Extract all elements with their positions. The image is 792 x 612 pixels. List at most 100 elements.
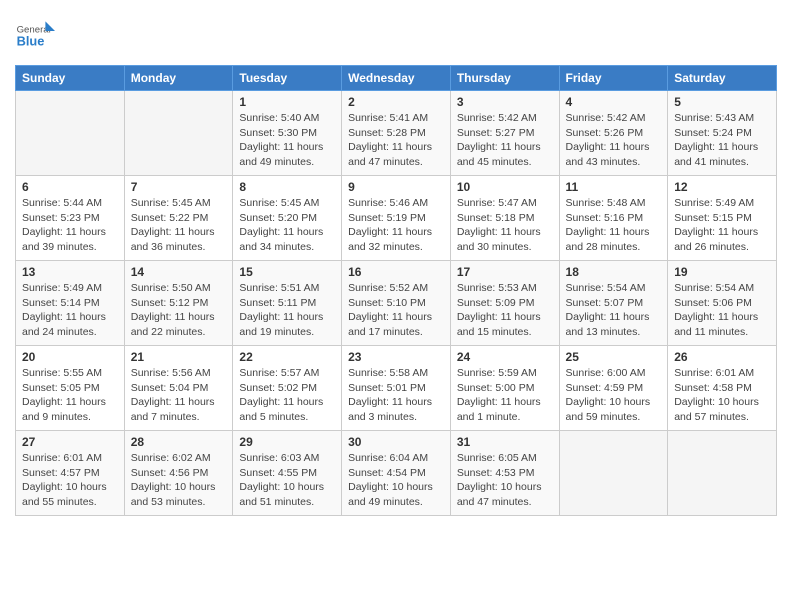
day-detail: Sunrise: 5:51 AM Sunset: 5:11 PM Dayligh… (239, 281, 335, 340)
calendar-cell: 7 Sunrise: 5:45 AM Sunset: 5:22 PM Daylig… (124, 176, 233, 261)
calendar-cell: 10 Sunrise: 5:47 AM Sunset: 5:18 PM Dayli… (450, 176, 559, 261)
day-number: 30 (348, 435, 444, 449)
day-detail: Sunrise: 5:47 AM Sunset: 5:18 PM Dayligh… (457, 196, 553, 255)
calendar-cell: 19Sunrise: 5:54 AM Sunset: 5:06 PM Dayli… (668, 261, 777, 346)
day-detail: Sunrise: 5:43 AM Sunset: 5:24 PM Dayligh… (674, 111, 770, 170)
day-header-tuesday: Tuesday (233, 66, 342, 91)
day-header-friday: Friday (559, 66, 668, 91)
day-detail: Sunrise: 5:45 AM Sunset: 5:22 PM Dayligh… (131, 196, 227, 255)
day-header-sunday: Sunday (16, 66, 125, 91)
day-detail: Sunrise: 5:59 AM Sunset: 5:00 PM Dayligh… (457, 366, 553, 425)
day-detail: Sunrise: 5:54 AM Sunset: 5:07 PM Dayligh… (566, 281, 662, 340)
calendar-cell: 14 Sunrise: 5:50 AM Sunset: 5:12 PM Dayli… (124, 261, 233, 346)
day-detail: Sunrise: 5:45 AM Sunset: 5:20 PM Dayligh… (239, 196, 335, 255)
day-detail: Sunrise: 5:53 AM Sunset: 5:09 PM Dayligh… (457, 281, 553, 340)
day-detail: Sunrise: 5:44 AM Sunset: 5:23 PM Dayligh… (22, 196, 118, 255)
day-number: 3 (457, 95, 553, 109)
day-number: 10 (457, 180, 553, 194)
day-number: 29 (239, 435, 335, 449)
day-detail: Sunrise: 6:03 AM Sunset: 4:55 PM Dayligh… (239, 451, 335, 510)
calendar-cell: 23 Sunrise: 5:58 AM Sunset: 5:01 PM Dayli… (342, 346, 451, 431)
day-number: 28 (131, 435, 227, 449)
day-header-thursday: Thursday (450, 66, 559, 91)
calendar-cell (16, 91, 125, 176)
day-number: 1 (239, 95, 335, 109)
day-number: 6 (22, 180, 118, 194)
calendar-cell: 26Sunrise: 6:01 AM Sunset: 4:58 PM Dayli… (668, 346, 777, 431)
day-number: 27 (22, 435, 118, 449)
week-row-2: 6 Sunrise: 5:44 AM Sunset: 5:23 PM Daylig… (16, 176, 777, 261)
calendar-cell: 20 Sunrise: 5:55 AM Sunset: 5:05 PM Dayli… (16, 346, 125, 431)
day-header-saturday: Saturday (668, 66, 777, 91)
logo: General Blue (15, 15, 60, 55)
calendar-cell: 22Sunrise: 5:57 AM Sunset: 5:02 PM Dayli… (233, 346, 342, 431)
day-detail: Sunrise: 5:42 AM Sunset: 5:27 PM Dayligh… (457, 111, 553, 170)
day-number: 11 (566, 180, 662, 194)
day-number: 18 (566, 265, 662, 279)
calendar-cell (559, 431, 668, 516)
day-header-monday: Monday (124, 66, 233, 91)
day-number: 8 (239, 180, 335, 194)
calendar-cell: 25 Sunrise: 6:00 AM Sunset: 4:59 PM Dayli… (559, 346, 668, 431)
calendar-cell: 1 Sunrise: 5:40 AM Sunset: 5:30 PM Daylig… (233, 91, 342, 176)
day-number: 9 (348, 180, 444, 194)
svg-text:Blue: Blue (17, 33, 45, 48)
calendar-cell: 11 Sunrise: 5:48 AM Sunset: 5:16 PM Dayli… (559, 176, 668, 261)
page-header: General Blue (15, 15, 777, 55)
day-detail: Sunrise: 6:00 AM Sunset: 4:59 PM Dayligh… (566, 366, 662, 425)
day-detail: Sunrise: 5:52 AM Sunset: 5:10 PM Dayligh… (348, 281, 444, 340)
day-detail: Sunrise: 5:56 AM Sunset: 5:04 PM Dayligh… (131, 366, 227, 425)
calendar-cell: 6 Sunrise: 5:44 AM Sunset: 5:23 PM Daylig… (16, 176, 125, 261)
day-number: 17 (457, 265, 553, 279)
calendar-cell: 27Sunrise: 6:01 AM Sunset: 4:57 PM Dayli… (16, 431, 125, 516)
calendar-cell: 12 Sunrise: 5:49 AM Sunset: 5:15 PM Dayli… (668, 176, 777, 261)
day-number: 20 (22, 350, 118, 364)
calendar-cell: 15 Sunrise: 5:51 AM Sunset: 5:11 PM Dayli… (233, 261, 342, 346)
day-number: 25 (566, 350, 662, 364)
week-row-3: 13 Sunrise: 5:49 AM Sunset: 5:14 PM Dayli… (16, 261, 777, 346)
calendar-cell: 21 Sunrise: 5:56 AM Sunset: 5:04 PM Dayli… (124, 346, 233, 431)
calendar-cell: 9Sunrise: 5:46 AM Sunset: 5:19 PM Daylig… (342, 176, 451, 261)
day-number: 22 (239, 350, 335, 364)
calendar-cell: 17 Sunrise: 5:53 AM Sunset: 5:09 PM Dayli… (450, 261, 559, 346)
day-number: 7 (131, 180, 227, 194)
day-detail: Sunrise: 5:48 AM Sunset: 5:16 PM Dayligh… (566, 196, 662, 255)
day-number: 4 (566, 95, 662, 109)
day-number: 14 (131, 265, 227, 279)
day-detail: Sunrise: 5:58 AM Sunset: 5:01 PM Dayligh… (348, 366, 444, 425)
calendar-cell: 16 Sunrise: 5:52 AM Sunset: 5:10 PM Dayli… (342, 261, 451, 346)
calendar-cell: 29 Sunrise: 6:03 AM Sunset: 4:55 PM Dayli… (233, 431, 342, 516)
calendar-cell: 28 Sunrise: 6:02 AM Sunset: 4:56 PM Dayli… (124, 431, 233, 516)
day-detail: Sunrise: 6:02 AM Sunset: 4:56 PM Dayligh… (131, 451, 227, 510)
week-row-4: 20 Sunrise: 5:55 AM Sunset: 5:05 PM Dayli… (16, 346, 777, 431)
week-row-5: 27Sunrise: 6:01 AM Sunset: 4:57 PM Dayli… (16, 431, 777, 516)
day-number: 23 (348, 350, 444, 364)
day-detail: Sunrise: 6:05 AM Sunset: 4:53 PM Dayligh… (457, 451, 553, 510)
calendar-cell: 3 Sunrise: 5:42 AM Sunset: 5:27 PM Daylig… (450, 91, 559, 176)
day-detail: Sunrise: 5:40 AM Sunset: 5:30 PM Dayligh… (239, 111, 335, 170)
day-number: 13 (22, 265, 118, 279)
calendar-table: SundayMondayTuesdayWednesdayThursdayFrid… (15, 65, 777, 516)
day-detail: Sunrise: 6:01 AM Sunset: 4:58 PM Dayligh… (674, 366, 770, 425)
calendar-cell: 31 Sunrise: 6:05 AM Sunset: 4:53 PM Dayli… (450, 431, 559, 516)
day-detail: Sunrise: 5:50 AM Sunset: 5:12 PM Dayligh… (131, 281, 227, 340)
day-detail: Sunrise: 6:04 AM Sunset: 4:54 PM Dayligh… (348, 451, 444, 510)
day-number: 12 (674, 180, 770, 194)
calendar-cell (124, 91, 233, 176)
day-number: 15 (239, 265, 335, 279)
day-detail: Sunrise: 5:55 AM Sunset: 5:05 PM Dayligh… (22, 366, 118, 425)
calendar-cell: 18 Sunrise: 5:54 AM Sunset: 5:07 PM Dayli… (559, 261, 668, 346)
day-detail: Sunrise: 5:49 AM Sunset: 5:15 PM Dayligh… (674, 196, 770, 255)
week-row-1: 1 Sunrise: 5:40 AM Sunset: 5:30 PM Daylig… (16, 91, 777, 176)
day-number: 31 (457, 435, 553, 449)
day-number: 5 (674, 95, 770, 109)
day-detail: Sunrise: 5:54 AM Sunset: 5:06 PM Dayligh… (674, 281, 770, 340)
day-number: 21 (131, 350, 227, 364)
calendar-cell: 30 Sunrise: 6:04 AM Sunset: 4:54 PM Dayli… (342, 431, 451, 516)
day-header-wednesday: Wednesday (342, 66, 451, 91)
calendar-cell: 5 Sunrise: 5:43 AM Sunset: 5:24 PM Daylig… (668, 91, 777, 176)
day-detail: Sunrise: 5:49 AM Sunset: 5:14 PM Dayligh… (22, 281, 118, 340)
calendar-cell: 24Sunrise: 5:59 AM Sunset: 5:00 PM Dayli… (450, 346, 559, 431)
day-number: 16 (348, 265, 444, 279)
calendar-cell (668, 431, 777, 516)
